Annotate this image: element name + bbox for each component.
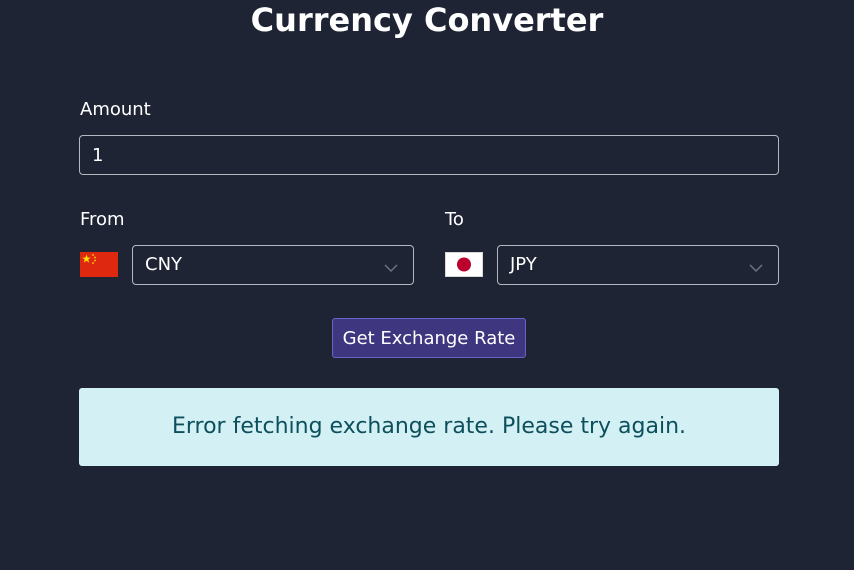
error-alert: Error fetching exchange rate. Please try… xyxy=(79,388,779,466)
from-label: From xyxy=(80,209,125,230)
currency-converter-page: Currency Converter Amount From CNY To JP… xyxy=(0,0,854,570)
japan-flag-icon xyxy=(445,252,483,277)
amount-label: Amount xyxy=(80,99,151,120)
from-currency-value: CNY xyxy=(145,254,183,275)
to-currency-value: JPY xyxy=(510,254,537,275)
chevron-down-icon xyxy=(748,259,764,273)
get-exchange-rate-button[interactable]: Get Exchange Rate xyxy=(332,318,526,358)
china-flag-icon xyxy=(80,252,118,277)
to-currency-select[interactable]: JPY xyxy=(497,245,779,285)
from-currency-select[interactable]: CNY xyxy=(132,245,414,285)
chevron-down-icon xyxy=(383,259,399,273)
amount-input[interactable] xyxy=(79,135,779,175)
error-message: Error fetching exchange rate. Please try… xyxy=(171,414,687,439)
page-title: Currency Converter xyxy=(250,1,604,39)
to-label: To xyxy=(445,209,464,230)
